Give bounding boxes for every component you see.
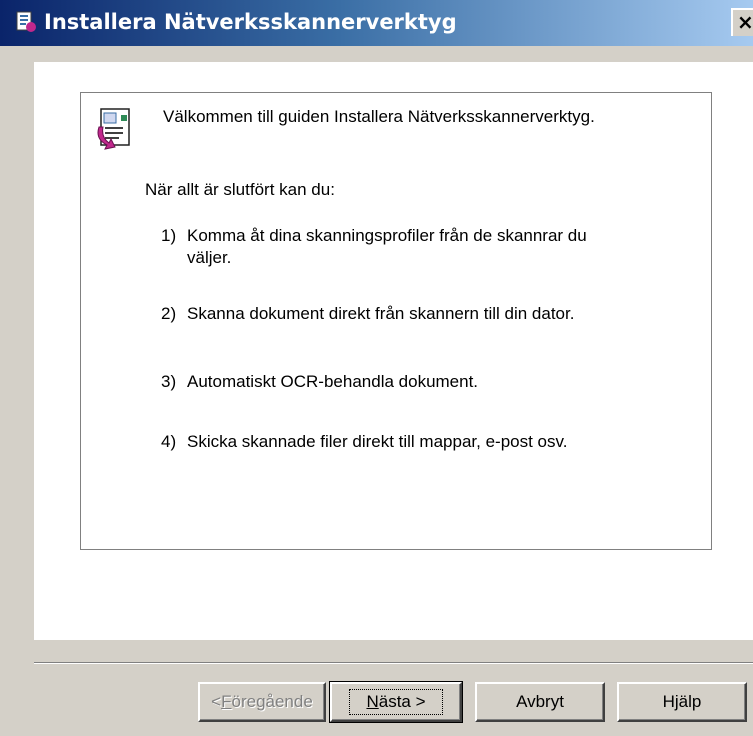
help-button[interactable]: Hjälp [617, 682, 747, 722]
step-text: Skicka skannade filer direkt till mappar… [187, 432, 568, 451]
next-label: ästa > [378, 692, 426, 711]
step-number: 3) [161, 372, 177, 391]
step-text: Komma åt dina skanningsprofiler från de … [187, 226, 587, 267]
installer-icon [14, 10, 38, 34]
step-text: Automatiskt OCR-behandla dokument. [187, 372, 479, 391]
button-divider [34, 662, 753, 664]
list-item: 3) Automatiskt OCR-behandla dokument. [161, 371, 601, 393]
list-item: 1) Komma åt dina skanningsprofiler från … [161, 225, 601, 269]
next-focus-ring: Nästa > [349, 689, 443, 715]
list-item: 4) Skicka skannade filer direkt till map… [161, 431, 601, 453]
window-title: Installera Nätverksskannerverktyg [44, 10, 457, 34]
back-label: öregående [231, 692, 313, 711]
back-mnemonic: F [221, 692, 232, 711]
wizard-icon [93, 105, 143, 155]
close-button[interactable]: × [731, 8, 753, 36]
intro-text: När allt är slutfört kan du: [145, 180, 335, 199]
back-prefix: < [211, 692, 222, 711]
installer-window: Installera Nätverksskannerverktyg × Välk… [0, 0, 753, 736]
next-button[interactable]: Nästa > [329, 681, 463, 723]
step-number: 2) [161, 304, 177, 323]
step-text: Skanna dokument direkt från skannern til… [187, 304, 575, 323]
list-item: 2) Skanna dokument direkt från skannern … [161, 303, 601, 325]
welcome-panel: Välkommen till guiden Installera Nätverk… [80, 92, 712, 550]
step-number: 4) [161, 432, 177, 451]
wizard-content: Välkommen till guiden Installera Nätverk… [34, 62, 753, 640]
step-number: 1) [161, 226, 177, 245]
welcome-heading: Välkommen till guiden Installera Nätverk… [163, 107, 595, 126]
back-button[interactable]: < Föregående [198, 682, 326, 722]
title-bar[interactable]: Installera Nätverksskannerverktyg × [0, 0, 753, 46]
cancel-button[interactable]: Avbryt [475, 682, 605, 722]
next-mnemonic: N [366, 692, 379, 711]
